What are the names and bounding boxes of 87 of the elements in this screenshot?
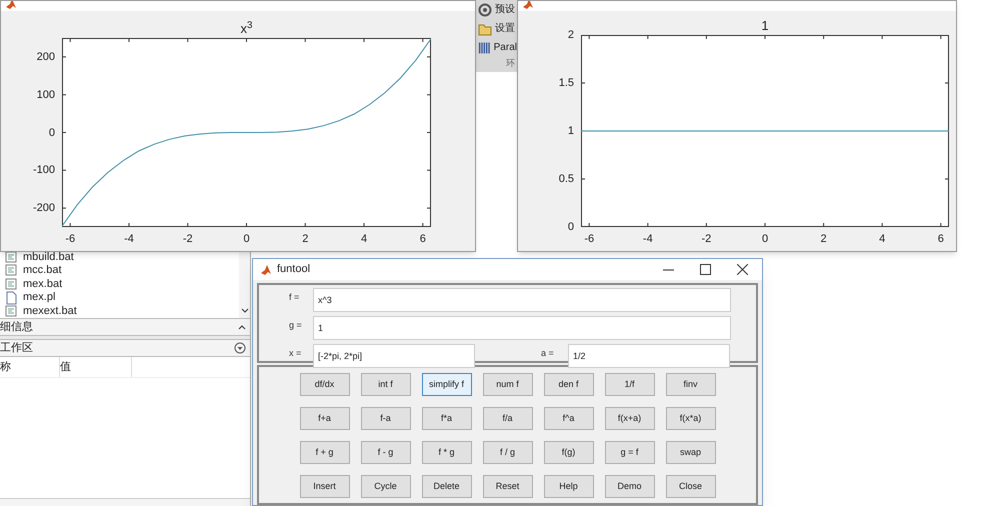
field-label: x = [289, 347, 302, 360]
tick-label: -4 [642, 232, 653, 247]
function-button[interactable]: num f [482, 373, 532, 396]
tick-label: 1 [566, 124, 574, 139]
tick-label: 2 [566, 28, 574, 43]
chevron-down-icon[interactable] [240, 308, 248, 314]
function-button[interactable]: df/dx [300, 373, 350, 396]
toolstrip-item[interactable]: 预设 [495, 2, 515, 17]
tick-label: -200 [32, 200, 55, 216]
tick-label: -100 [32, 163, 55, 178]
panel-title: 工作区 [0, 340, 33, 356]
matlab-icon [5, 1, 17, 10]
tick-label: 1.5 [558, 76, 574, 91]
function-button[interactable]: f^a [544, 407, 594, 430]
function-button[interactable]: Insert [300, 475, 350, 498]
tick-label: 0 [566, 220, 574, 235]
script-file-icon [4, 276, 18, 291]
function-button[interactable]: swap [666, 441, 716, 464]
folder-icon [478, 22, 492, 36]
tick-label: 2 [302, 232, 308, 247]
tick-label: 0 [48, 125, 55, 140]
function-button[interactable]: den f [544, 373, 594, 396]
function-button[interactable]: f+a [300, 407, 350, 430]
function-button[interactable]: f / g [482, 441, 532, 464]
gear-icon [478, 2, 492, 16]
horizontal-scrollbar[interactable] [0, 498, 250, 506]
function-button[interactable]: f + g [300, 441, 350, 464]
field-label: a = [541, 347, 554, 360]
tick-label: 2 [820, 232, 827, 247]
panel-title: 细信息 [0, 320, 33, 335]
column-header[interactable]: 称 [0, 357, 60, 377]
function-button[interactable]: g = f [604, 441, 654, 464]
function-button[interactable]: int f [360, 373, 410, 396]
function-button[interactable]: f-a [360, 407, 410, 430]
tick-label: 4 [360, 232, 368, 247]
chart-title: 1 [761, 17, 769, 35]
window-title: funtool [277, 262, 310, 278]
toolstrip-section: 环 [506, 57, 515, 70]
input-field[interactable]: [-2*pi, 2*pi] [313, 344, 475, 368]
tick-label: 4 [879, 232, 886, 247]
function-button[interactable]: simplify f [422, 373, 472, 396]
dropdown-icon[interactable] [234, 342, 246, 354]
function-button[interactable]: 1/f [604, 373, 654, 396]
chart-title: x$^{3}$ [240, 19, 252, 38]
function-button[interactable]: f * g [422, 441, 472, 464]
function-button[interactable]: f - g [360, 441, 410, 464]
bars-icon [478, 40, 491, 54]
function-button[interactable]: f(g) [544, 441, 594, 464]
tick-label: 6 [420, 232, 426, 247]
function-button[interactable]: f(x+a) [604, 407, 654, 430]
tick-label: -6 [584, 232, 594, 247]
function-button[interactable]: Reset [482, 475, 532, 498]
tick-label: 6 [938, 232, 944, 247]
tick-label: -6 [65, 232, 76, 247]
input-field[interactable]: 1/2 [568, 344, 730, 368]
tick-label: -2 [702, 232, 712, 247]
input-field[interactable]: x^3 [313, 288, 731, 312]
toolstrip-item[interactable]: Paral [494, 40, 517, 55]
field-label: f = [289, 291, 300, 304]
chevron-up-icon[interactable] [238, 324, 246, 330]
tick-label: -4 [124, 232, 134, 247]
tick-label: 0 [762, 232, 768, 247]
tick-label: 0.5 [558, 172, 574, 187]
matlab-icon [260, 264, 272, 276]
function-button[interactable]: finv [666, 373, 716, 396]
toolstrip-item[interactable]: 设置 [495, 21, 515, 36]
function-button[interactable]: Help [544, 475, 594, 498]
tick-label: 0 [243, 232, 250, 247]
maximize-icon[interactable] [700, 264, 711, 276]
tick-label: -2 [182, 232, 193, 247]
script-file-icon [4, 263, 18, 278]
function-button[interactable]: Cycle [360, 475, 410, 498]
function-button[interactable]: Close [666, 475, 716, 498]
file-icon [4, 290, 18, 305]
input-field[interactable]: 1 [313, 316, 731, 340]
function-button[interactable]: f(x*a) [666, 407, 716, 430]
function-button[interactable]: Delete [422, 475, 472, 498]
script-file-icon [4, 250, 18, 264]
function-button[interactable]: f/a [482, 407, 532, 430]
close-icon[interactable] [737, 264, 748, 276]
matlab-icon [522, 1, 534, 10]
function-button[interactable]: Demo [604, 475, 654, 498]
column-header[interactable]: 值 [60, 357, 132, 377]
function-button[interactable]: f*a [422, 407, 472, 430]
tick-label: 100 [36, 87, 55, 102]
field-label: g = [289, 319, 302, 332]
tick-label: 200 [36, 50, 55, 65]
